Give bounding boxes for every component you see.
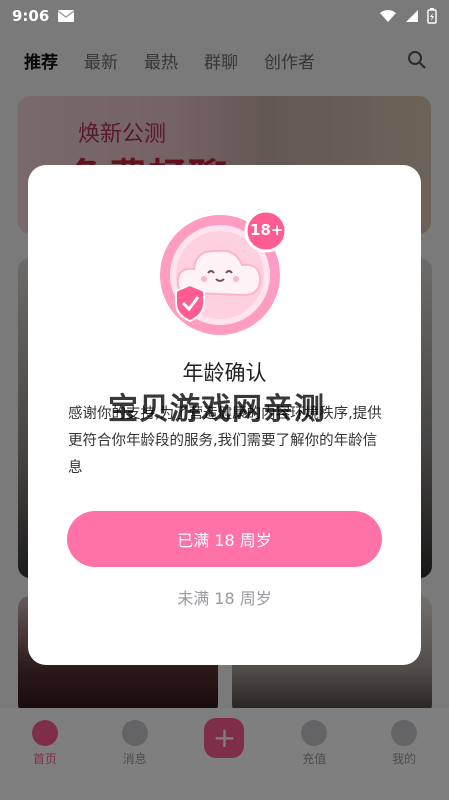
mail-icon — [57, 10, 75, 22]
dialog-title: 年龄确认 — [182, 361, 267, 385]
decline-minor-button[interactable]: 未满 18 周岁 — [28, 585, 421, 609]
wifi-icon — [380, 10, 396, 22]
watermark: 宝贝游戏网亲测 — [108, 392, 325, 427]
signal-icon — [406, 10, 418, 22]
age-badge-text: 18+ — [250, 221, 284, 239]
battery-icon — [427, 8, 437, 24]
confirm-adult-button[interactable]: 已满 18 周岁 — [67, 511, 382, 567]
status-time: 9:06 — [12, 7, 50, 25]
status-bar: 9:06 — [0, 0, 449, 32]
age-badge-illustration: 18+ — [156, 205, 292, 341]
